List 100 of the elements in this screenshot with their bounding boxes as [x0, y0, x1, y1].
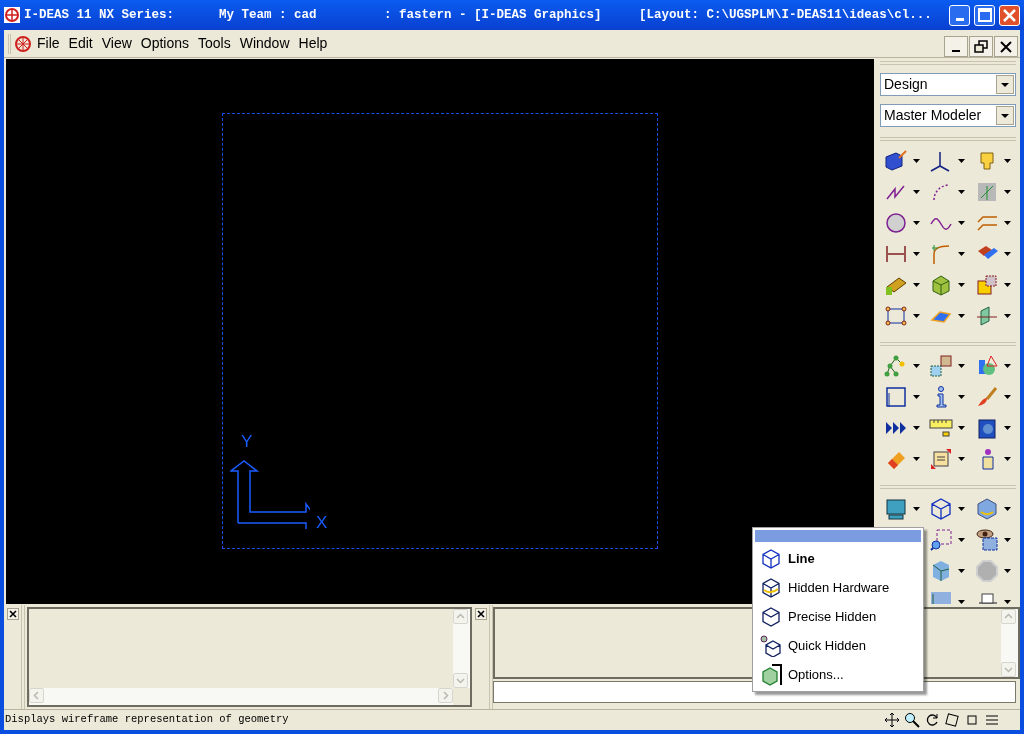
squares-tool-button[interactable]	[974, 273, 999, 297]
caret-icon	[913, 395, 920, 399]
caret-icon	[913, 314, 920, 318]
frame-icon	[884, 385, 908, 409]
caret-icon	[913, 190, 920, 194]
app-logo-icon	[14, 34, 32, 53]
octagon-icon	[974, 559, 999, 583]
caret-icon	[958, 252, 966, 256]
caret-icon	[913, 252, 920, 256]
caret-icon	[958, 221, 966, 225]
note-tool-button[interactable]	[929, 447, 954, 471]
caret-icon	[958, 426, 966, 430]
axis-label: Y	[241, 433, 253, 450]
restore-icon	[974, 40, 988, 53]
caret-icon	[1003, 600, 1011, 604]
note-icon	[929, 447, 954, 471]
axis-label: X	[316, 514, 328, 531]
cube-icon	[760, 634, 782, 657]
maximize-icon	[977, 8, 992, 22]
menu-item[interactable]: Tools	[194, 33, 235, 54]
caret-icon	[958, 395, 966, 399]
menu-item[interactable]: Options	[136, 33, 194, 54]
caret-icon	[1003, 190, 1011, 194]
caret-icon	[913, 221, 920, 225]
zoom-box-tool-button[interactable]	[929, 528, 954, 552]
caret-icon	[913, 426, 920, 430]
caret-icon	[913, 283, 920, 287]
menu-item[interactable]: Help	[294, 33, 332, 54]
part-tool-button[interactable]	[974, 304, 999, 328]
cube-icon	[760, 576, 782, 599]
caret-icon	[1003, 426, 1011, 430]
close-button[interactable]	[994, 36, 1018, 57]
move-icon[interactable]	[884, 712, 900, 728]
caret-icon	[958, 314, 966, 318]
menu-item[interactable]: Precise Hidden	[755, 602, 921, 631]
caret-icon	[1001, 82, 1009, 87]
caret-icon	[958, 569, 966, 573]
close-icon	[1000, 40, 1012, 53]
ruler-tool-button[interactable]	[929, 416, 954, 440]
menu-icon[interactable]	[984, 712, 1000, 728]
menu-item[interactable]: View	[97, 33, 136, 54]
move-squares-icon	[929, 354, 954, 378]
caret-icon	[1003, 569, 1011, 573]
minimize-button[interactable]	[944, 36, 968, 57]
close-button[interactable]	[475, 608, 487, 620]
shaded-cube-icon	[974, 497, 999, 521]
rectangle-points-icon	[884, 304, 908, 328]
wireframe-cube-icon	[760, 547, 782, 570]
caret-icon	[913, 159, 920, 163]
caret-icon	[958, 190, 966, 194]
caret-icon	[1003, 507, 1011, 511]
eye-tool-button[interactable]	[974, 528, 999, 552]
cube-icon	[760, 663, 782, 686]
status-text: Displays wireframe representation of geometry	[4, 712, 290, 728]
menu-item[interactable]: File	[33, 33, 64, 54]
circle-icon	[884, 211, 908, 235]
caret-icon	[958, 507, 966, 511]
minimize-icon	[952, 50, 960, 52]
menu-item[interactable]: Window	[235, 33, 294, 54]
window-title: I-DEAS 11 NX Series: My Team : cad : fastern - [I-DEAS Graphics] [Layout: C:\UGSPLM\I-DEAS11\ideas\cl...	[24, 6, 933, 24]
caret-icon	[958, 159, 966, 163]
caret-icon	[1003, 395, 1011, 399]
dropdown[interactable]: Design	[880, 73, 1016, 96]
menu-item[interactable]: Edit	[64, 33, 97, 54]
caret-icon	[913, 364, 920, 368]
move-squares-tool-button[interactable]	[929, 354, 954, 378]
restore-button[interactable]	[969, 36, 993, 57]
menu-item[interactable]: Options...	[755, 660, 921, 689]
caret-icon	[1003, 364, 1011, 368]
rectangle-points-tool-button[interactable]	[884, 304, 908, 328]
square-icon[interactable]	[964, 712, 980, 728]
part-icon	[974, 304, 999, 328]
menu-item[interactable]: Quick Hidden	[755, 631, 921, 660]
zoom-icon[interactable]	[904, 712, 920, 728]
maximize-button[interactable]	[974, 4, 995, 26]
monitor-icon	[884, 497, 908, 521]
frame-tool-button[interactable]	[884, 385, 908, 409]
caret-icon	[913, 457, 920, 461]
caret-icon	[913, 507, 920, 511]
monitor-tool-button[interactable]	[884, 497, 908, 521]
caret-icon	[1003, 283, 1011, 287]
caret-icon	[1003, 457, 1011, 461]
caret-icon	[1003, 159, 1011, 163]
zoom-box-icon	[929, 528, 954, 552]
block-tool-button[interactable]	[884, 149, 908, 173]
caret-icon	[1003, 538, 1011, 542]
wireframe-cube-icon	[929, 497, 954, 521]
rotate-icon[interactable]	[924, 712, 940, 728]
shaded-cube-tool-button[interactable]	[974, 497, 999, 521]
close-button[interactable]	[7, 608, 19, 620]
squares-icon	[974, 273, 999, 297]
caret-icon	[958, 457, 966, 461]
caret-icon	[958, 283, 966, 287]
wireframe-cube-tool-button[interactable]	[929, 497, 954, 521]
ruler-icon	[929, 416, 954, 440]
circle-tool-button[interactable]	[884, 211, 908, 235]
close-icon	[1003, 8, 1016, 22]
caret-icon	[1003, 314, 1011, 318]
dropdown[interactable]: Master Modeler	[880, 104, 1016, 127]
close-icon	[9, 610, 17, 618]
